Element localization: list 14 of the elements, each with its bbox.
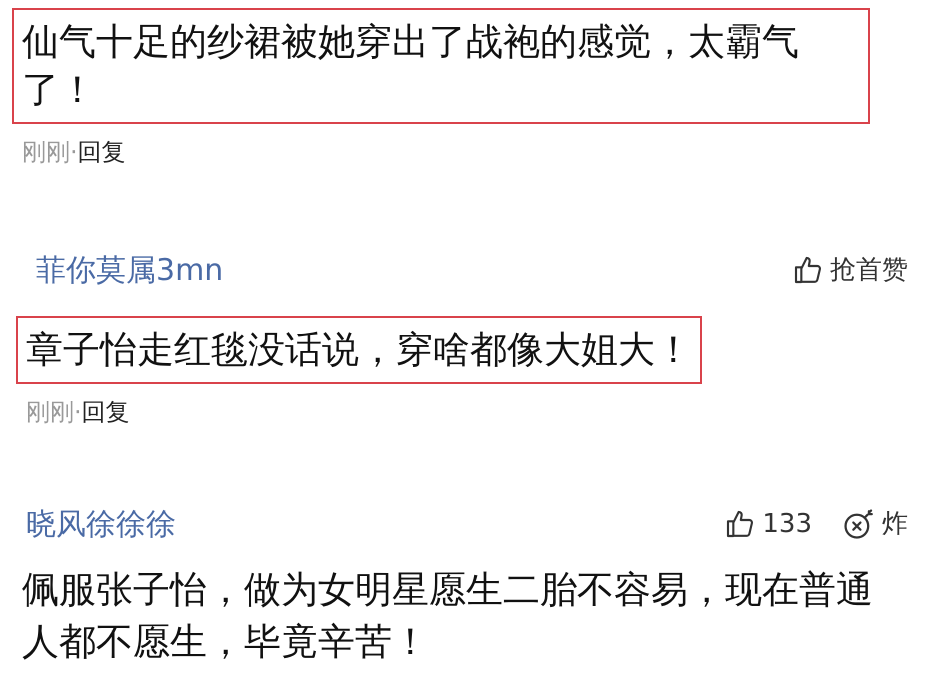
bomb-label[interactable]: 炸 (882, 504, 908, 544)
like-count[interactable]: 133 (762, 504, 812, 544)
comment-text: 章子怡走红毯没话说，穿啥都像大姐大！ (26, 327, 692, 373)
comment-text: 佩服张子怡，做为女明星愿生二胎不容易，现在普通人都不愿生，毕竟辛苦！ (22, 567, 874, 665)
thumbs-up-icon[interactable] (792, 254, 824, 286)
reply-link[interactable]: 回复 (78, 138, 126, 166)
bomb-icon[interactable] (842, 507, 876, 541)
comment-text: 仙气十足的纱裙被她穿出了战袍的感觉，太霸气了！ (22, 19, 800, 113)
timestamp: 刚刚· (26, 398, 82, 426)
username[interactable]: 菲你莫属3mn (36, 248, 224, 292)
timestamp: 刚刚· (22, 138, 78, 166)
reply-link[interactable]: 回复 (82, 398, 130, 426)
like-count[interactable]: 抢首赞 (830, 250, 908, 290)
username[interactable]: 晓风徐徐徐 (26, 502, 176, 546)
